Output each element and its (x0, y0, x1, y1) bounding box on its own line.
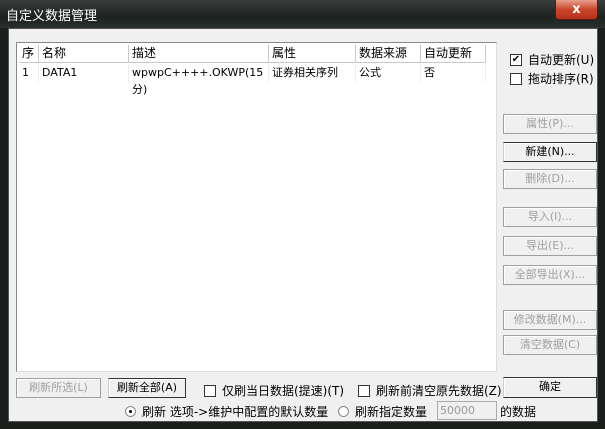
cell-auto-update: 否 (421, 64, 486, 82)
specified-count-label: 刷新指定数量 (355, 405, 428, 419)
ok-button[interactable]: 确定 (503, 377, 597, 398)
cell-name: DATA1 (39, 64, 129, 82)
col-auto-update[interactable]: 自动更新 (421, 45, 486, 63)
cell-description: wpwpC++++.OKWP(15分) (129, 64, 269, 96)
default-count-radio[interactable]: 刷新 选项->维护中配置的默认数量 (125, 403, 328, 420)
new-button[interactable]: 新建(N)... (503, 142, 597, 162)
auto-update-label: 自动更新(U) (528, 53, 595, 67)
data-list[interactable]: 序 名称 描述 属性 数据来源 自动更新 1 DATA1 wpwpC++++.O… (16, 42, 497, 372)
today-only-checkbox[interactable]: 仅刷当日数据(提速)(T) (204, 382, 344, 399)
col-index[interactable]: 序 (19, 45, 39, 63)
properties-button[interactable]: 属性(P)... (503, 114, 597, 134)
refresh-all-button[interactable]: 刷新全部(A) (108, 378, 186, 398)
clear-data-button[interactable]: 清空数据(C) (503, 335, 597, 355)
drag-sort-checkbox[interactable]: 拖动排序(R) (510, 70, 594, 87)
checkbox-box (510, 72, 522, 85)
drag-sort-label: 拖动排序(R) (528, 72, 594, 86)
list-header: 序 名称 描述 属性 数据来源 自动更新 (19, 45, 486, 63)
radio-icon (338, 406, 349, 417)
col-source[interactable]: 数据来源 (356, 45, 421, 63)
today-only-label: 仅刷当日数据(提速)(T) (222, 384, 345, 398)
cell-index: 1 (19, 64, 39, 82)
count-input[interactable]: 50000 (437, 401, 497, 420)
table-row[interactable]: 1 DATA1 wpwpC++++.OKWP(15分) 证券相关序列 公式 否 (19, 64, 486, 96)
clear-before-checkbox[interactable]: 刷新前清空原先数据(Z) (358, 382, 502, 399)
import-button[interactable]: 导入(I)... (503, 207, 597, 227)
clear-before-label: 刷新前清空原先数据(Z) (376, 384, 502, 398)
col-name[interactable]: 名称 (39, 45, 129, 63)
close-button[interactable]: x (555, 0, 598, 20)
col-description[interactable]: 描述 (129, 45, 269, 63)
checkbox-box (358, 384, 370, 397)
checkmark-icon: ✔ (510, 53, 522, 66)
auto-update-checkbox[interactable]: ✔ 自动更新(U) (510, 51, 594, 68)
delete-button[interactable]: 删除(D)... (503, 169, 597, 189)
default-count-label: 刷新 选项->维护中配置的默认数量 (142, 405, 329, 419)
window-title: 自定义数据管理 (6, 9, 98, 24)
refresh-selected-button[interactable]: 刷新所选(L) (16, 378, 101, 398)
col-attribute[interactable]: 属性 (269, 45, 356, 63)
radio-selected-icon (125, 406, 136, 417)
title-bar: 自定义数据管理 x (0, 0, 605, 28)
modify-data-button[interactable]: 修改数据(M)... (503, 310, 597, 330)
export-all-button[interactable]: 全部导出(X)... (503, 265, 597, 285)
specified-count-radio[interactable]: 刷新指定数量 (338, 403, 427, 420)
checkbox-box (204, 384, 216, 397)
cell-source: 公式 (356, 64, 421, 82)
cell-attribute: 证券相关序列 (269, 64, 356, 82)
suffix-label: 的数据 (500, 405, 537, 419)
export-button[interactable]: 导出(E)... (503, 236, 597, 256)
